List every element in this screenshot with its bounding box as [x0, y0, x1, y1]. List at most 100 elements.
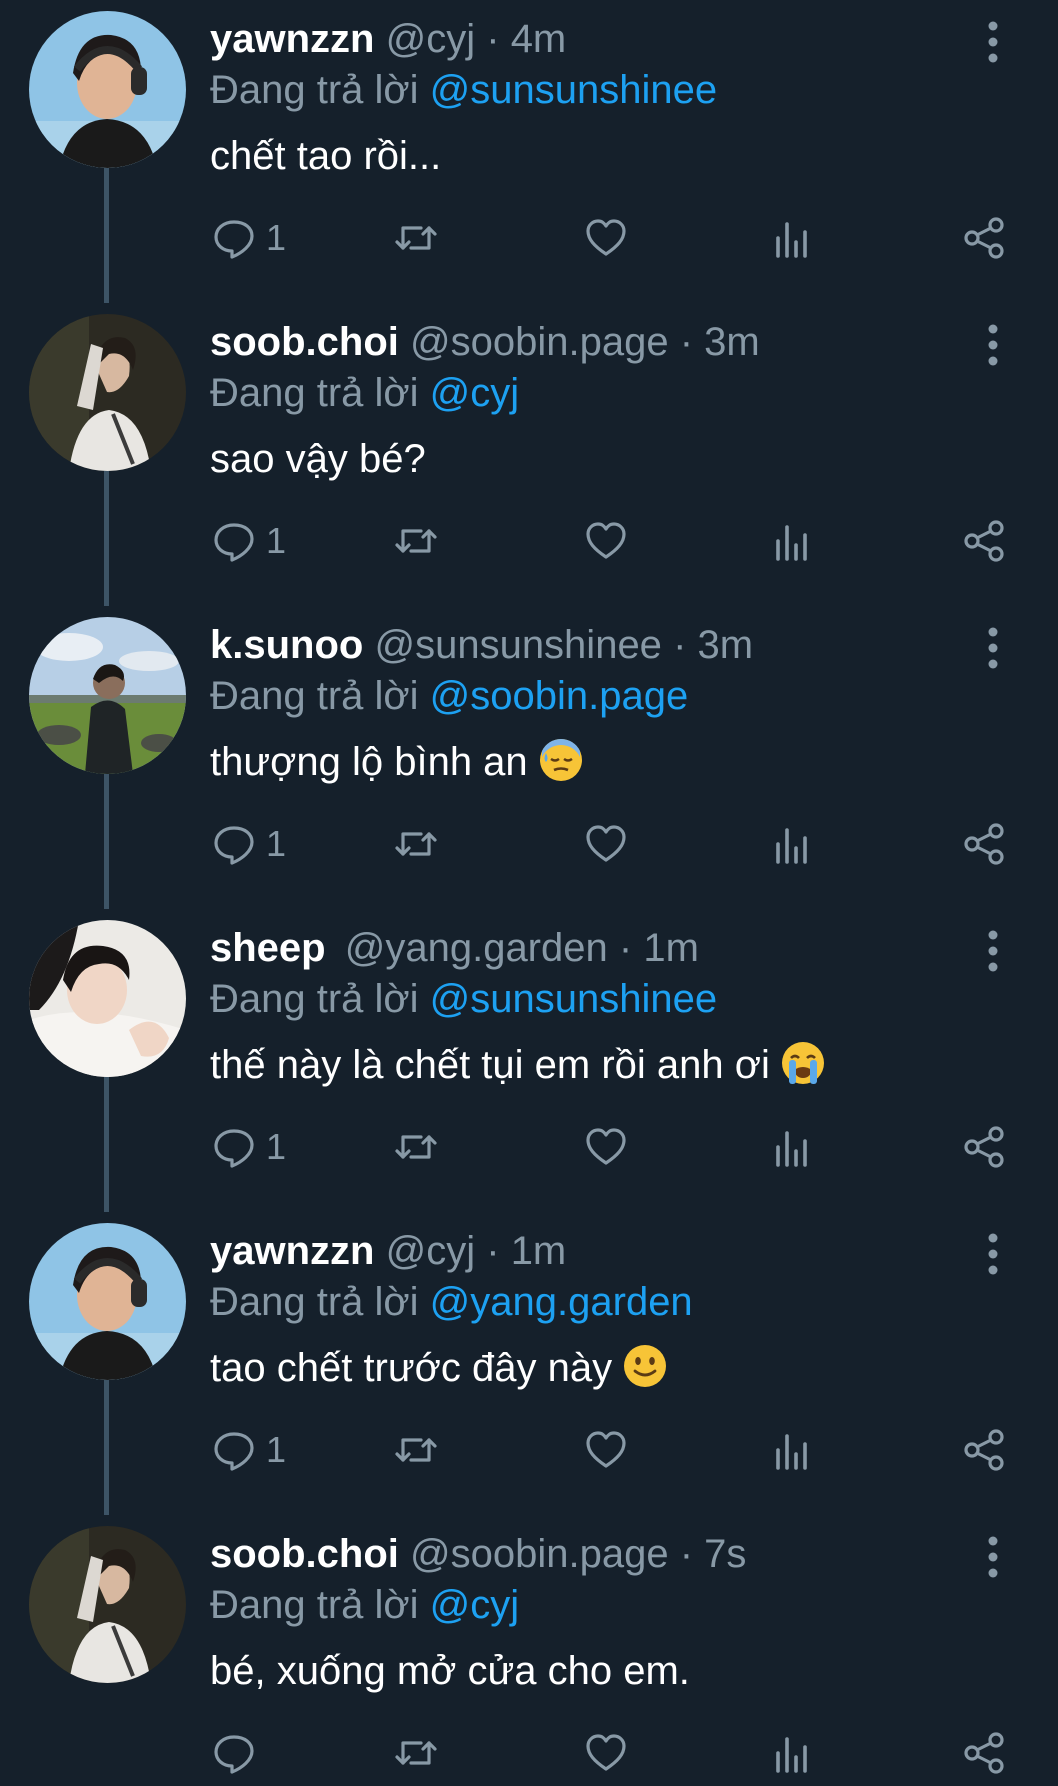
tweet[interactable]: yawnzzn @cyj · 4m Đang trả lời @sunsunsh…: [0, 0, 1058, 303]
tweet-text: bé, xuống mở cửa cho em.: [210, 1649, 690, 1693]
tweet[interactable]: sheep @yang.garden · 1m Đang trả lời @su…: [0, 909, 1058, 1212]
analytics-button[interactable]: [770, 213, 814, 263]
timestamp[interactable]: 7s: [704, 1532, 746, 1576]
handle[interactable]: @cyj: [386, 17, 476, 61]
more-options-icon[interactable]: [983, 626, 1003, 670]
like-button[interactable]: [584, 1728, 628, 1778]
display-name[interactable]: soob.choi: [210, 1532, 399, 1576]
like-button[interactable]: [584, 516, 628, 566]
reply-button[interactable]: 1: [212, 516, 286, 566]
tweet-text: tao chết trước đây này: [210, 1346, 613, 1390]
handle[interactable]: @soobin.page: [410, 320, 669, 364]
reply-button[interactable]: 1: [212, 819, 286, 869]
tweet-actions: 1: [210, 516, 1010, 566]
retweet-button[interactable]: [394, 516, 438, 566]
share-icon: [964, 1126, 1004, 1168]
analytics-button[interactable]: [770, 1425, 814, 1475]
avatar[interactable]: [29, 920, 186, 1077]
reply-icon: [214, 826, 254, 865]
tweet[interactable]: soob.choi @soobin.page · 3m Đang trả lời…: [0, 303, 1058, 606]
avatar[interactable]: [29, 1223, 186, 1380]
reply-thread: yawnzzn @cyj · 4m Đang trả lời @sunsunsh…: [0, 0, 1058, 1786]
display-name[interactable]: sheep: [210, 926, 326, 970]
share-button[interactable]: [962, 1425, 1006, 1475]
share-icon: [964, 217, 1004, 259]
reply-count: 1: [266, 217, 287, 258]
reply-button[interactable]: 1: [212, 213, 286, 263]
display-name[interactable]: yawnzzn: [210, 17, 374, 61]
more-options-icon[interactable]: [983, 929, 1003, 973]
share-button[interactable]: [962, 1728, 1006, 1778]
separator-dot: ·: [679, 1532, 694, 1576]
slight-smile-emoji: [622, 1343, 668, 1389]
reply-mention-link[interactable]: @soobin.page: [430, 674, 689, 718]
like-button[interactable]: [584, 213, 628, 263]
share-icon: [964, 520, 1004, 562]
like-button[interactable]: [584, 1122, 628, 1172]
reply-mention-link[interactable]: @yang.garden: [430, 1280, 693, 1324]
downcast-sweat-emoji: [538, 737, 584, 783]
timestamp[interactable]: 3m: [698, 623, 754, 667]
avatar[interactable]: [29, 11, 186, 168]
reply-mention-link[interactable]: @sunsunshinee: [430, 68, 717, 112]
retweet-button[interactable]: [394, 819, 438, 869]
avatar[interactable]: [29, 314, 186, 471]
tweet[interactable]: k.sunoo @sunsunshinee · 3m Đang trả lời …: [0, 606, 1058, 909]
timestamp[interactable]: 1m: [511, 1229, 567, 1273]
handle[interactable]: @sunsunshinee: [374, 623, 661, 667]
white-shirt-boy-avatar: [29, 1526, 186, 1683]
more-options-icon[interactable]: [983, 20, 1003, 64]
retweet-button[interactable]: [394, 213, 438, 263]
analytics-button[interactable]: [770, 1728, 814, 1778]
separator-dot: ·: [486, 1229, 500, 1273]
display-name[interactable]: k.sunoo: [210, 623, 363, 667]
more-options-icon[interactable]: [983, 323, 1003, 367]
replying-to-label: Đang trả lời: [210, 68, 419, 112]
tweet[interactable]: soob.choi @soobin.page · 7s Đang trả lời…: [0, 1515, 1058, 1786]
reply-button[interactable]: 1: [212, 1425, 286, 1475]
timestamp[interactable]: 4m: [511, 17, 567, 61]
tweet-actions: 1: [210, 819, 1010, 869]
share-button[interactable]: [962, 1122, 1006, 1172]
reply-button[interactable]: 1: [212, 1122, 286, 1172]
replying-to-label: Đang trả lời: [210, 977, 419, 1021]
analytics-button[interactable]: [770, 516, 814, 566]
more-options-icon[interactable]: [983, 1232, 1003, 1276]
reply-mention-link[interactable]: @cyj: [430, 1583, 520, 1627]
thread-connector: [104, 1069, 109, 1212]
like-icon: [586, 522, 626, 559]
analytics-button[interactable]: [770, 819, 814, 869]
handle[interactable]: @soobin.page: [410, 1532, 669, 1576]
tweet-text: chết tao rồi...: [210, 134, 442, 178]
analytics-icon: [776, 1737, 807, 1773]
display-name[interactable]: yawnzzn: [210, 1229, 374, 1273]
retweet-button[interactable]: [394, 1122, 438, 1172]
like-button[interactable]: [584, 819, 628, 869]
share-button[interactable]: [962, 819, 1006, 869]
retweet-button[interactable]: [394, 1425, 438, 1475]
avatar[interactable]: [29, 1526, 186, 1683]
avatar[interactable]: [29, 617, 186, 774]
timestamp[interactable]: 3m: [704, 320, 760, 364]
display-name[interactable]: soob.choi: [210, 320, 399, 364]
timestamp[interactable]: 1m: [643, 926, 699, 970]
headphones-boy-avatar: [29, 1223, 186, 1380]
handle[interactable]: @yang.garden: [345, 926, 608, 970]
share-button[interactable]: [962, 516, 1006, 566]
tweet-actions: 1: [210, 1425, 1010, 1475]
analytics-button[interactable]: [770, 1122, 814, 1172]
separator-dot: ·: [673, 623, 687, 667]
reply-mention-link[interactable]: @cyj: [430, 371, 520, 415]
reply-mention-link[interactable]: @sunsunshinee: [430, 977, 717, 1021]
reply-count: 1: [266, 520, 287, 561]
like-button[interactable]: [584, 1425, 628, 1475]
handle[interactable]: @cyj: [386, 1229, 476, 1273]
more-options-icon[interactable]: [983, 1535, 1003, 1579]
tweet[interactable]: yawnzzn @cyj · 1m Đang trả lời @yang.gar…: [0, 1212, 1058, 1515]
tweet-text: thế này là chết tụi em rồi anh ơi: [210, 1043, 770, 1087]
white-shirt-boy-avatar: [29, 314, 186, 471]
retweet-button[interactable]: [394, 1728, 438, 1778]
reply-button[interactable]: [212, 1728, 266, 1778]
share-button[interactable]: [962, 213, 1006, 263]
analytics-icon: [776, 1434, 807, 1470]
